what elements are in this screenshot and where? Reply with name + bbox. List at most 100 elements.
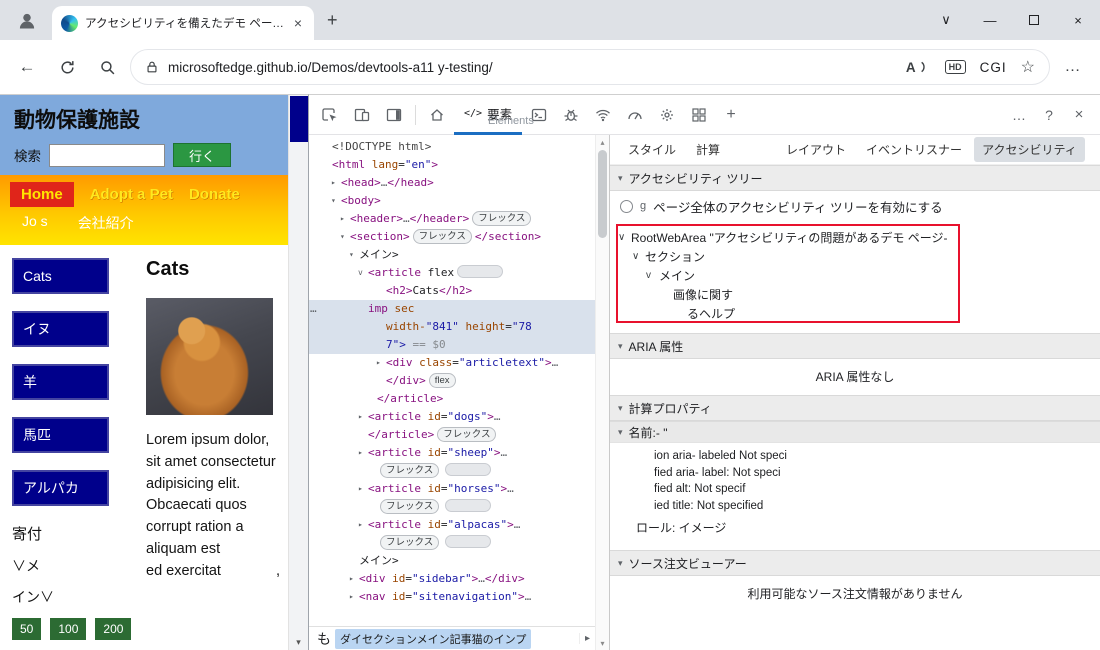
dom-tree-node[interactable]: ▸<div id="sidebar">…</div> bbox=[309, 570, 595, 588]
tab-issues[interactable] bbox=[556, 101, 586, 129]
twisty-icon[interactable]: ∨ bbox=[618, 232, 631, 243]
device-emulation-button[interactable] bbox=[347, 101, 377, 129]
layout-badge[interactable]: flex bbox=[429, 373, 456, 388]
dom-tree-node[interactable]: <html lang="en"> bbox=[309, 156, 595, 174]
pet-category-button[interactable]: イヌ bbox=[12, 311, 109, 347]
twisty-icon[interactable]: ▸ bbox=[358, 516, 368, 534]
new-tab-button[interactable]: + bbox=[327, 10, 338, 31]
nav-link[interactable]: Adopt a Pet bbox=[90, 186, 173, 203]
maximize-button[interactable] bbox=[1012, 0, 1056, 40]
computed-name-row[interactable]: ▾ 名前:- " bbox=[610, 421, 1100, 443]
panel-tab[interactable]: アクセシビリティ bbox=[974, 137, 1085, 162]
tab-elements[interactable]: </> 要素 Elements bbox=[454, 95, 522, 135]
nav-link[interactable]: Home bbox=[10, 182, 74, 207]
read-aloud-button[interactable]: A bbox=[906, 60, 931, 75]
twisty-icon[interactable]: ▸ bbox=[358, 408, 368, 426]
twisty-icon[interactable]: ▾ bbox=[331, 192, 341, 210]
tab-network[interactable] bbox=[588, 101, 618, 129]
dom-tree-node[interactable]: 7"> == $0 bbox=[309, 336, 595, 354]
browser-menu-button[interactable]: … bbox=[1056, 50, 1090, 84]
twisty-icon[interactable]: ▸ bbox=[340, 210, 350, 228]
dom-tree-node[interactable]: width-"841" height="78 bbox=[309, 318, 595, 336]
section-aria-attributes[interactable]: ▾ ARIA 属性 bbox=[610, 333, 1100, 359]
tab-close-icon[interactable]: × bbox=[291, 15, 305, 31]
dom-tree-node[interactable]: ▾<section>フレックス</section> bbox=[309, 228, 595, 246]
twisty-icon[interactable]: ▸ bbox=[358, 444, 368, 462]
favorite-star-icon[interactable]: ☆ bbox=[1021, 57, 1035, 77]
twisty-icon[interactable]: ▸ bbox=[331, 174, 341, 192]
tab-console[interactable] bbox=[524, 101, 554, 129]
dom-tree-node[interactable]: …imp sec bbox=[309, 300, 595, 318]
pet-category-button[interactable]: Cats bbox=[12, 258, 109, 294]
layout-badge[interactable]: フレックス bbox=[472, 211, 531, 226]
nav-link[interactable]: Donate bbox=[189, 186, 240, 203]
inspect-element-button[interactable] bbox=[315, 101, 345, 129]
donation-amount-button[interactable]: 200 bbox=[95, 618, 131, 640]
scrollbar-thumb[interactable] bbox=[598, 150, 607, 238]
url-box[interactable]: microsoftedge.github.io/Demos/devtools-a… bbox=[130, 49, 1050, 85]
nav-link[interactable]: Jo s bbox=[22, 213, 48, 233]
dom-tree-node[interactable]: フレックス bbox=[309, 498, 595, 516]
pet-category-button[interactable]: 羊 bbox=[12, 364, 109, 400]
hd-badge[interactable]: HD bbox=[945, 60, 966, 74]
url-text[interactable]: microsoftedge.github.io/Demos/devtools-a… bbox=[168, 60, 897, 75]
panel-tab[interactable]: レイアウト bbox=[778, 137, 854, 162]
dom-tree-node[interactable]: フレックス bbox=[309, 462, 595, 480]
dom-tree-node[interactable]: ▸<article id="alpacas">… bbox=[309, 516, 595, 534]
layout-badge[interactable]: フレックス bbox=[380, 499, 439, 514]
refresh-button[interactable] bbox=[50, 50, 84, 84]
scrollbar-thumb[interactable] bbox=[290, 96, 308, 142]
a11y-tree-node[interactable]: ∨セクション bbox=[610, 247, 1100, 266]
a11y-tree-node[interactable]: るヘルプ bbox=[610, 304, 1100, 323]
donation-amount-button[interactable]: 50 bbox=[12, 618, 41, 640]
twisty-icon[interactable]: ▾ bbox=[340, 228, 350, 246]
profile-button[interactable] bbox=[10, 5, 44, 37]
dom-tree-node[interactable]: ▸<head>…</head> bbox=[309, 174, 595, 192]
dom-tree-node[interactable]: </article> bbox=[309, 390, 595, 408]
twisty-icon[interactable]: ▸ bbox=[376, 354, 386, 372]
a11y-tree-node[interactable]: ∨RootWebArea "アクセシビリティの問題があるデモ ページ- bbox=[610, 228, 1100, 247]
tab-search-chevron-icon[interactable]: ∨ bbox=[924, 0, 968, 40]
page-scrollbar[interactable]: ▾ bbox=[288, 95, 308, 650]
twisty-icon[interactable]: ▾ bbox=[349, 246, 359, 264]
enable-fullpage-a11y-row[interactable]: g ページ全体のアクセシビリティ ツリーを有効にする bbox=[610, 191, 1100, 221]
a11y-tree-node[interactable]: 画像に関す bbox=[610, 285, 1100, 304]
a11y-tree-node[interactable]: vメイン bbox=[610, 266, 1100, 285]
layout-badge[interactable]: フレックス bbox=[437, 427, 496, 442]
dom-tree-node[interactable]: </div>flex bbox=[309, 372, 595, 390]
dom-tree-node[interactable]: ▸<div class="articletext">… bbox=[309, 354, 595, 372]
twisty-icon[interactable]: v bbox=[358, 264, 368, 282]
dom-tree-node[interactable]: v<article flex bbox=[309, 264, 595, 282]
nav-link[interactable]: 会社紹介 bbox=[78, 213, 134, 233]
dom-tree-node[interactable]: ▸<header>…</header>フレックス bbox=[309, 210, 595, 228]
dom-tree-node[interactable]: <!DOCTYPE html> bbox=[309, 138, 595, 156]
minimize-button[interactable]: — bbox=[968, 0, 1012, 40]
scroll-up-icon[interactable]: ▴ bbox=[596, 135, 609, 149]
row-menu-icon[interactable]: … bbox=[310, 300, 317, 318]
close-window-button[interactable]: × bbox=[1056, 0, 1100, 40]
twisty-icon[interactable]: ▸ bbox=[358, 480, 368, 498]
scroll-down-icon[interactable]: ▾ bbox=[596, 636, 609, 650]
dom-tree-node[interactable]: ▸<article id="dogs">… bbox=[309, 408, 595, 426]
search-input[interactable] bbox=[49, 144, 165, 167]
dom-tree-node[interactable]: </article>フレックス bbox=[309, 426, 595, 444]
settings-button[interactable] bbox=[652, 101, 682, 129]
breadcrumb-item-selected[interactable]: ダイセクションメイン記事猫のインプ bbox=[335, 629, 531, 649]
section-accessibility-tree[interactable]: ▾ アクセシビリティ ツリー bbox=[610, 165, 1100, 191]
panel-tab[interactable]: 計算 bbox=[688, 137, 728, 162]
extension-button[interactable]: CGI bbox=[980, 60, 1007, 75]
dom-tree-node[interactable]: <h2>Cats</h2> bbox=[309, 282, 595, 300]
breadcrumb-item[interactable]: も bbox=[317, 629, 331, 649]
twisty-icon[interactable]: ∨ bbox=[632, 251, 645, 262]
search-go-button[interactable]: 行く bbox=[173, 143, 231, 167]
donation-amount-button[interactable]: 100 bbox=[50, 618, 86, 640]
dom-tree-node[interactable]: ▸<article id="sheep">… bbox=[309, 444, 595, 462]
section-source-order[interactable]: ▾ ソース注文ビューアー bbox=[610, 550, 1100, 576]
dom-tree-node[interactable]: フレックス bbox=[309, 534, 595, 552]
tab-performance[interactable] bbox=[620, 101, 650, 129]
dom-tree-node[interactable]: メイン> bbox=[309, 552, 595, 570]
twisty-icon[interactable]: ▸ bbox=[349, 570, 359, 588]
panel-tab[interactable]: イベントリスナー bbox=[858, 137, 970, 162]
dom-tree-node[interactable]: ▸<nav id="sitenavigation">… bbox=[309, 588, 595, 606]
devtools-close-button[interactable]: × bbox=[1064, 101, 1094, 129]
